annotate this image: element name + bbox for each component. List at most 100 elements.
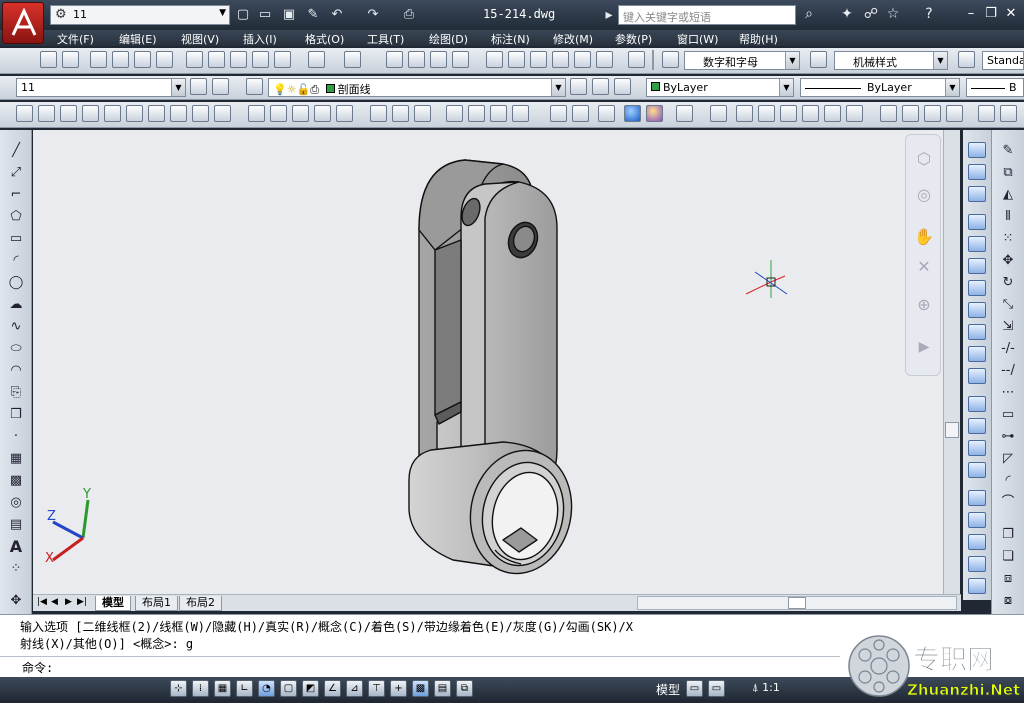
make-current-layer-icon[interactable] [570, 78, 587, 95]
snap-mode-icon[interactable]: ⁞ [192, 680, 209, 697]
taper-faces-icon[interactable] [968, 324, 986, 340]
linetype-combo[interactable]: ByLayer ▼ [800, 78, 960, 97]
ellipse-icon[interactable]: ⬭ [7, 340, 25, 358]
copy-faces-icon[interactable] [968, 346, 986, 362]
tab-last-icon[interactable]: ▶| [77, 597, 87, 607]
menu-parametric[interactable]: 参数(P) [615, 31, 652, 47]
helix-icon[interactable] [192, 105, 209, 122]
save-as-icon[interactable]: ✎ [304, 6, 322, 24]
table-icon[interactable]: ▤ [7, 516, 25, 534]
bottom-view-icon[interactable] [758, 105, 775, 122]
rotate-faces-icon[interactable] [968, 302, 986, 318]
lineweight-combo[interactable]: B [966, 78, 1024, 97]
rectangle-icon[interactable]: ▭ [7, 230, 25, 248]
quick-view-layouts-icon[interactable]: ▭ [686, 680, 703, 697]
undo-toolbar-icon[interactable] [308, 51, 325, 68]
workspace-settings-icon[interactable] [190, 78, 207, 95]
add-selected-icon[interactable]: ⁘ [7, 560, 25, 578]
open-folder-icon[interactable]: ▭ [256, 6, 274, 24]
offset-faces-icon[interactable] [968, 258, 986, 274]
slice-icon[interactable] [968, 556, 986, 572]
intersect-tool-icon[interactable] [968, 186, 986, 202]
left-view-icon[interactable] [780, 105, 797, 122]
ellipse-arc-icon[interactable]: ◠ [7, 362, 25, 380]
cone-icon[interactable] [82, 105, 99, 122]
3d-move-icon[interactable] [446, 105, 463, 122]
search-input[interactable]: 键入关键字或短语 [618, 5, 796, 25]
workspace-combo[interactable]: ⚙ 11 ▼ [50, 5, 230, 25]
pan-hand-icon[interactable] [386, 51, 403, 68]
menu-window[interactable]: 窗口(W) [677, 31, 718, 47]
rotate-icon[interactable]: ↻ [999, 274, 1017, 292]
construction-line-icon[interactable]: ⤢ [7, 164, 25, 182]
top-view-icon[interactable] [736, 105, 753, 122]
help-toolbar-icon[interactable] [628, 51, 645, 68]
tab-layout1[interactable]: 布局1 [135, 596, 178, 611]
circle-icon[interactable]: ◯ [7, 274, 25, 292]
visual-style-manager-icon[interactable] [676, 105, 693, 122]
text-style-icon[interactable] [662, 51, 679, 68]
qnew-icon[interactable] [40, 51, 57, 68]
undo-icon[interactable]: ↶ [328, 6, 346, 24]
object-snap-tracking-icon[interactable]: ∠ [324, 680, 341, 697]
menu-edit[interactable]: 编辑(E) [119, 31, 157, 47]
3d-osnap-icon[interactable]: ◩ [302, 680, 319, 697]
presspull-icon[interactable] [270, 105, 287, 122]
tools-icon[interactable]: ✦ [838, 6, 856, 22]
group-icon[interactable]: ⧈ [999, 570, 1017, 588]
extrude-faces-icon[interactable] [968, 214, 986, 230]
save-icon[interactable]: ▣ [280, 6, 298, 24]
properties-icon[interactable] [486, 51, 503, 68]
check-icon[interactable] [968, 534, 986, 550]
imprint-icon[interactable] [968, 440, 986, 456]
torus-icon[interactable] [148, 105, 165, 122]
scroll-thumb[interactable] [945, 422, 959, 438]
mirror-icon[interactable]: ◭ [999, 186, 1017, 204]
quick-view-drawings-icon[interactable]: ▭ [708, 680, 725, 697]
open-icon[interactable] [62, 51, 79, 68]
3d-align-icon[interactable] [490, 105, 507, 122]
infer-constraints-icon[interactable]: ⊹ [170, 680, 187, 697]
paste-icon[interactable] [230, 51, 247, 68]
layer-previous-icon[interactable] [592, 78, 609, 95]
checkmark-icon[interactable] [968, 578, 986, 594]
hscroll-thumb[interactable] [788, 597, 806, 609]
dynamic-input-icon[interactable]: ⊤ [368, 680, 385, 697]
sw-iso-icon[interactable] [880, 105, 897, 122]
print-icon[interactable]: ⎙ [400, 6, 418, 24]
chamfer-icon[interactable]: ◸ [999, 450, 1017, 468]
layer-states-icon[interactable] [212, 78, 229, 95]
lineweight-toggle-icon[interactable]: + [390, 680, 407, 697]
region-icon[interactable]: ◎ [7, 494, 25, 512]
scale-icon[interactable]: ⤡ [999, 296, 1017, 314]
3d-rotate-icon[interactable] [468, 105, 485, 122]
make-block-icon[interactable]: ❒ [7, 406, 25, 424]
3d-print-icon[interactable] [156, 51, 173, 68]
break-at-point-icon[interactable]: ⋯ [999, 384, 1017, 402]
blend-icon[interactable]: ⌒ [999, 494, 1017, 512]
revision-cloud-icon[interactable]: ☁ [7, 296, 25, 314]
extrude-icon[interactable] [248, 105, 265, 122]
union-tool-icon[interactable] [968, 142, 986, 158]
conceptual-sphere-icon[interactable] [646, 105, 663, 122]
redo-toolbar-icon[interactable] [344, 51, 361, 68]
dim-style-combo[interactable]: 机械样式 ▼ [834, 51, 948, 70]
quick-properties-icon[interactable]: ▤ [434, 680, 451, 697]
subtract-tool-icon[interactable] [968, 164, 986, 180]
visual-styles-icon[interactable] [550, 105, 567, 122]
object-snap-icon[interactable]: ▢ [280, 680, 297, 697]
intersect-icon[interactable] [414, 105, 431, 122]
dynamic-ucs-icon[interactable]: ⊿ [346, 680, 363, 697]
communication-icon[interactable]: ☍ [862, 6, 880, 22]
arc-icon[interactable]: ◜ [7, 252, 25, 270]
text-style-combo[interactable]: 数字和字母 ▼ [684, 51, 800, 70]
tool-palettes-icon[interactable] [530, 51, 547, 68]
menu-dimension[interactable]: 标注(N) [491, 31, 530, 47]
quickcalc-icon[interactable] [596, 51, 613, 68]
fillet-icon[interactable]: ◜ [999, 472, 1017, 490]
dim-style-icon[interactable] [810, 51, 827, 68]
block-editor-icon[interactable] [274, 51, 291, 68]
clean-icon[interactable] [968, 462, 986, 478]
pan-icon[interactable]: ✋ [914, 227, 934, 247]
trim-icon[interactable]: -/- [999, 340, 1017, 358]
